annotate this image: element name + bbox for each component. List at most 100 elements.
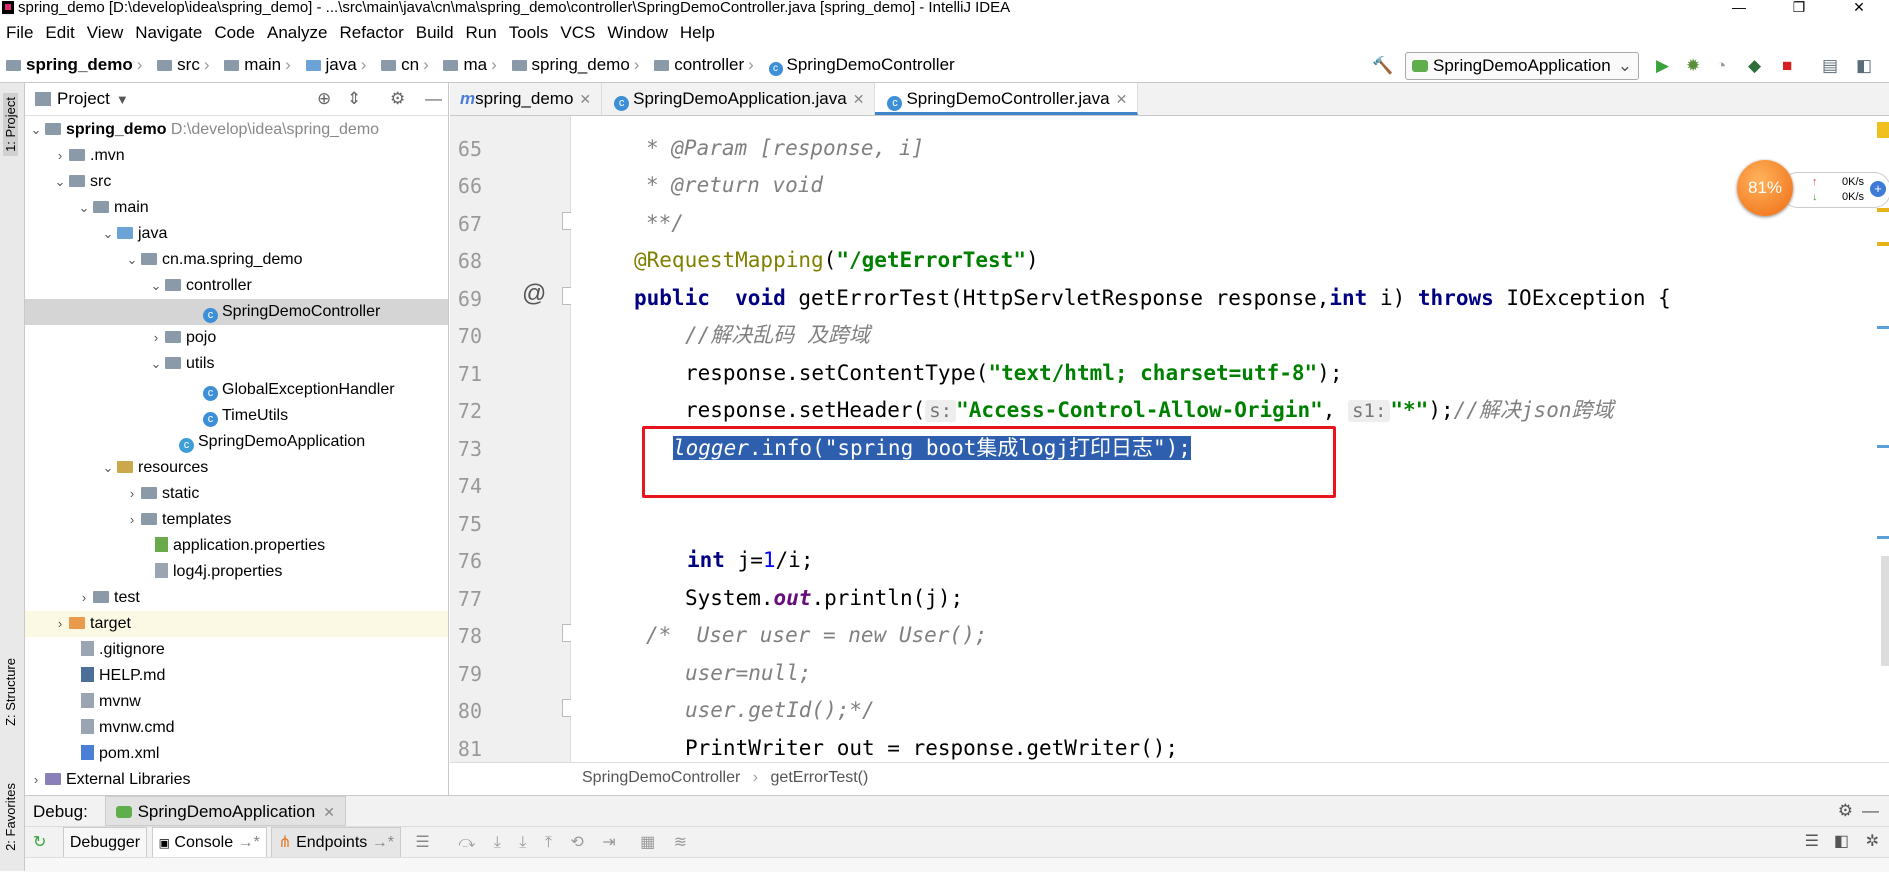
chevron-down-icon[interactable]: ⌄ bbox=[101, 221, 115, 247]
trace-icon[interactable]: ≋ bbox=[674, 834, 687, 851]
chevron-right-icon[interactable]: › bbox=[125, 481, 139, 507]
tab-console[interactable]: ▣ Console →* bbox=[151, 827, 267, 859]
run-icon[interactable]: ▶ bbox=[1656, 56, 1669, 76]
menu-file[interactable]: File bbox=[0, 20, 39, 46]
warning-marker[interactable] bbox=[1877, 122, 1889, 138]
tree-item-globalexceptionhandler[interactable]: c GlobalExceptionHandler bbox=[25, 377, 448, 403]
project-structure-icon[interactable]: ▤ bbox=[1822, 56, 1838, 76]
chevron-down-icon[interactable]: ⌄ bbox=[125, 247, 139, 273]
menu-tools[interactable]: Tools bbox=[503, 20, 555, 46]
tree-item-timeutils[interactable]: c TimeUtils bbox=[25, 403, 448, 429]
gear-icon[interactable]: ⚙ bbox=[1838, 796, 1853, 826]
chevron-down-icon[interactable]: ⌄ bbox=[149, 351, 163, 377]
close-tab-icon[interactable]: ✕ bbox=[579, 91, 591, 107]
tree-item-static[interactable]: › static bbox=[25, 481, 448, 507]
tree-item-gitignore[interactable]: .gitignore bbox=[25, 637, 448, 663]
locate-icon[interactable]: ⊕ bbox=[317, 83, 331, 115]
project-view-select[interactable]: Project bbox=[57, 89, 110, 108]
crumb-class[interactable]: c SpringDemoController bbox=[763, 48, 955, 82]
menu-code[interactable]: Code bbox=[208, 20, 261, 46]
step-out-icon[interactable]: ⤒ bbox=[545, 834, 552, 851]
crumb-spring-demo[interactable]: spring_demo › bbox=[506, 48, 639, 82]
plus-icon[interactable]: + bbox=[1870, 181, 1886, 197]
minimize-button[interactable]: — bbox=[1709, 0, 1769, 14]
coverage-icon[interactable]: ◔ bbox=[1716, 56, 1726, 76]
tree-item-resources[interactable]: ⌄ resources bbox=[25, 455, 448, 481]
hide-icon[interactable]: — bbox=[425, 83, 442, 115]
favorites-tool-tab[interactable]: 2: Favorites bbox=[3, 783, 18, 851]
chevron-down-icon[interactable]: ⌄ bbox=[101, 455, 115, 481]
tree-item-mvn[interactable]: › .mvn bbox=[25, 143, 448, 169]
maximize-button[interactable]: ❐ bbox=[1769, 0, 1829, 14]
tree-item-templates[interactable]: › templates bbox=[25, 507, 448, 533]
restore-layout-icon[interactable]: ◧ bbox=[1834, 827, 1849, 857]
crumb-main[interactable]: main › bbox=[218, 48, 291, 82]
gear-icon[interactable]: ⚙ bbox=[390, 83, 405, 115]
tree-item-help-md[interactable]: HELP.md bbox=[25, 663, 448, 689]
tab-endpoints[interactable]: ⋔ Endpoints →* bbox=[271, 827, 401, 859]
settings-icon[interactable]: ✲ bbox=[1866, 827, 1879, 857]
crumb-controller[interactable]: controller › bbox=[648, 48, 754, 82]
tree-item-spring-demo[interactable]: ⌄ spring_demo D:\develop\idea\spring_demo bbox=[25, 117, 448, 143]
crumb-src[interactable]: src › bbox=[151, 48, 210, 82]
tab-debugger[interactable]: Debugger bbox=[62, 827, 148, 859]
chevron-down-icon[interactable]: ⌄ bbox=[53, 169, 67, 195]
build-hammer-icon[interactable]: 🔨 bbox=[1372, 56, 1393, 76]
mapping-at-icon[interactable]: @ bbox=[522, 280, 546, 308]
chevron-right-icon[interactable]: › bbox=[29, 767, 43, 793]
tree-item-src[interactable]: ⌄ src bbox=[25, 169, 448, 195]
crumb-cn[interactable]: cn › bbox=[375, 48, 429, 82]
error-stripe-mark[interactable] bbox=[1877, 326, 1889, 329]
force-step-into-icon[interactable]: ⤓ bbox=[519, 834, 526, 851]
tree-item-pom-xml[interactable]: pom.xml bbox=[25, 741, 448, 767]
close-tab-icon[interactable]: ✕ bbox=[323, 804, 335, 820]
tree-item-application-properties[interactable]: application.properties bbox=[25, 533, 448, 559]
tab-spring-demo[interactable]: mspring_demo ✕ bbox=[450, 83, 603, 115]
step-into-icon[interactable]: ⤓ bbox=[494, 834, 501, 851]
chevron-right-icon[interactable]: › bbox=[53, 611, 67, 637]
tree-item-utils[interactable]: ⌄ utils bbox=[25, 351, 448, 377]
profile-icon[interactable]: ◆ bbox=[1748, 56, 1761, 76]
tab-springdemocontroller[interactable]: c SpringDemoController.java ✕ bbox=[875, 83, 1139, 115]
menu-help[interactable]: Help bbox=[674, 20, 721, 46]
breadcrumb-class[interactable]: SpringDemoController bbox=[582, 769, 740, 786]
debug-icon[interactable]: ✹ bbox=[1686, 56, 1700, 76]
tree-item-target[interactable]: › target bbox=[25, 611, 448, 637]
crumb-java[interactable]: java › bbox=[300, 48, 366, 82]
menu-window[interactable]: Window bbox=[601, 20, 673, 46]
tree-item-test[interactable]: › test bbox=[25, 585, 448, 611]
tree-item-java[interactable]: ⌄ java bbox=[25, 221, 448, 247]
layout-icon[interactable]: ☰ bbox=[1805, 827, 1819, 857]
crumb-ma[interactable]: ma › bbox=[437, 48, 497, 82]
menu-icon[interactable]: ☰ bbox=[415, 834, 429, 851]
close-button[interactable]: ✕ bbox=[1829, 0, 1889, 14]
chevron-down-icon[interactable]: ⌄ bbox=[77, 195, 91, 221]
debug-session-tab[interactable]: SpringDemoApplication ✕ bbox=[104, 796, 346, 826]
tree-item-mvnw-cmd[interactable]: mvnw.cmd bbox=[25, 715, 448, 741]
tree-item-external-libraries[interactable]: › External Libraries bbox=[25, 767, 448, 793]
vertical-scrollbar[interactable] bbox=[1881, 556, 1889, 666]
chevron-right-icon[interactable]: › bbox=[77, 585, 91, 611]
tree-item-springdemoapplication[interactable]: c SpringDemoApplication bbox=[25, 429, 448, 455]
chevron-down-icon[interactable]: ⌄ bbox=[149, 273, 163, 299]
tree-item-pojo[interactable]: › pojo bbox=[25, 325, 448, 351]
step-over-icon[interactable]: ⤼ bbox=[458, 834, 475, 851]
tab-springdemoapplication[interactable]: c SpringDemoApplication.java ✕ bbox=[602, 83, 876, 115]
menu-view[interactable]: View bbox=[81, 20, 130, 46]
stop-icon[interactable]: ■ bbox=[1782, 56, 1792, 76]
tree-item-main[interactable]: ⌄ main bbox=[25, 195, 448, 221]
evaluate-icon[interactable]: ▦ bbox=[640, 834, 655, 851]
menu-build[interactable]: Build bbox=[410, 20, 460, 46]
tree-item-springdemocontroller[interactable]: c SpringDemoController bbox=[25, 299, 448, 325]
tree-item-package[interactable]: ⌄ cn.ma.spring_demo bbox=[25, 247, 448, 273]
menu-edit[interactable]: Edit bbox=[39, 20, 80, 46]
menu-navigate[interactable]: Navigate bbox=[129, 20, 208, 46]
chevron-right-icon[interactable]: › bbox=[149, 325, 163, 351]
tree-item-log4j-properties[interactable]: log4j.properties bbox=[25, 559, 448, 585]
drop-frame-icon[interactable]: ⟲ bbox=[570, 834, 583, 851]
chevron-down-icon[interactable]: ⌄ bbox=[29, 117, 43, 143]
project-tool-tab[interactable]: 1: Project bbox=[3, 93, 18, 156]
breadcrumb-method[interactable]: getErrorTest() bbox=[771, 769, 869, 786]
error-stripe-mark[interactable] bbox=[1877, 536, 1889, 539]
chevron-right-icon[interactable]: › bbox=[53, 143, 67, 169]
